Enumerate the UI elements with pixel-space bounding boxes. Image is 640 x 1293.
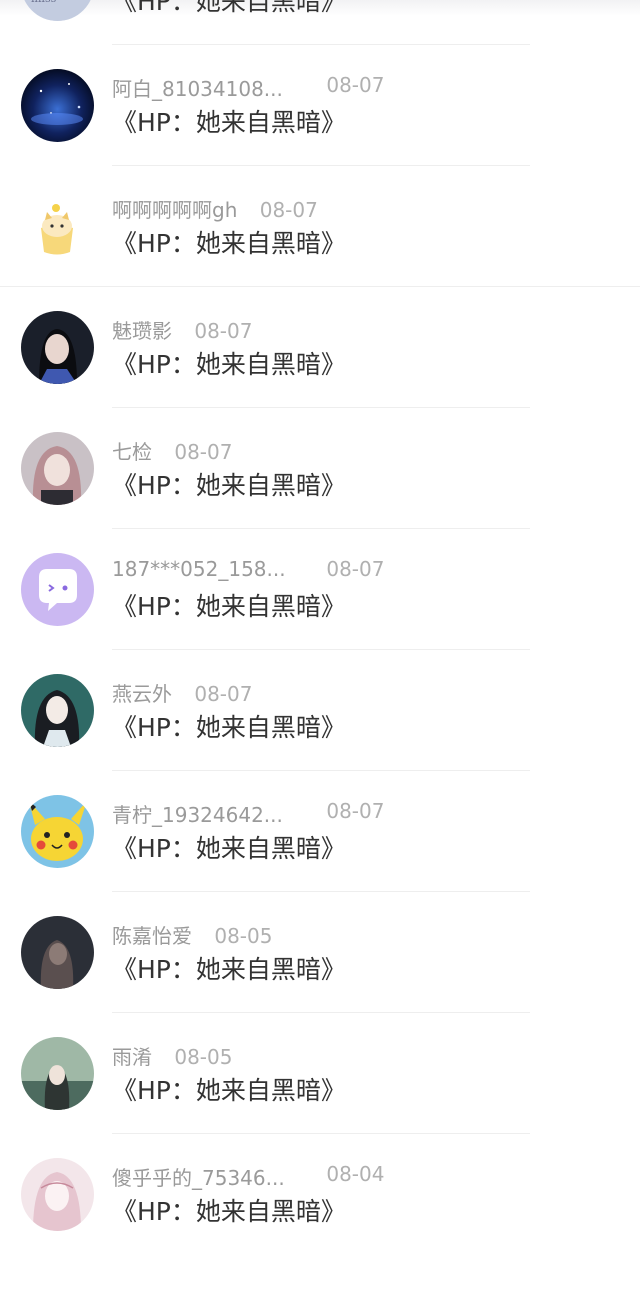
avatar[interactable] xyxy=(21,795,94,868)
list-item[interactable]: 雨淆 08-05 《HP：她来自黑暗》 xyxy=(0,1013,640,1134)
comment-meta: 七检 08-07 xyxy=(112,436,233,465)
username[interactable]: 青柠_19324642... xyxy=(112,799,302,828)
winter-art-avatar-icon: miss ω xyxy=(21,0,94,21)
avatar[interactable] xyxy=(21,69,94,142)
book-title[interactable]: 《HP：她来自黑暗》 xyxy=(112,345,346,381)
comment-date: 08-04 xyxy=(326,1162,385,1186)
comment-date: 08-07 xyxy=(259,198,318,222)
list-item[interactable]: 青柠_19324642... 08-07 《HP：她来自黑暗》 xyxy=(0,771,640,892)
ancient-girl-avatar-icon xyxy=(21,674,94,747)
starry-sky-avatar-icon xyxy=(21,69,94,142)
comment-meta: 傻乎乎的_75346... 08-04 xyxy=(112,1162,385,1191)
comment-date: 08-05 xyxy=(214,924,273,948)
svg-text:miss: miss xyxy=(31,0,57,5)
comment-meta: 燕云外 08-07 xyxy=(112,678,253,707)
avatar[interactable] xyxy=(21,311,94,384)
sketch-girl-avatar-icon xyxy=(21,1158,94,1231)
username[interactable]: 187***052_158... xyxy=(112,557,302,581)
list-item[interactable]: 燕云外 08-07 《HP：她来自黑暗》 xyxy=(0,650,640,771)
book-title[interactable]: 《HP：她来自黑暗》 xyxy=(112,1071,346,1107)
book-title[interactable]: 《HP：她来自黑暗》 xyxy=(112,708,346,744)
username[interactable]: 傻乎乎的_75346... xyxy=(112,1162,302,1191)
avatar[interactable] xyxy=(21,1037,94,1110)
list-item[interactable]: 啊啊啊啊啊gh 08-07 《HP：她来自黑暗》 xyxy=(0,166,640,287)
list-item[interactable]: 阿白_81034108... 08-07 《HP：她来自黑暗》 xyxy=(0,45,640,166)
comment-date: 08-07 xyxy=(194,682,253,706)
woman-portrait-avatar-icon xyxy=(21,311,94,384)
username[interactable]: 雨淆 xyxy=(112,1041,152,1070)
pikachu-avatar-icon xyxy=(21,795,94,868)
chat-bubble-avatar-icon xyxy=(21,553,94,626)
book-title[interactable]: 《HP：她来自黑暗》 xyxy=(112,950,346,986)
comment-list: miss ω 《HP：她来自黑暗》 xyxy=(0,0,640,1255)
comment-meta: 187***052_158... 08-07 xyxy=(112,557,384,583)
book-title[interactable]: 《HP：她来自黑暗》 xyxy=(112,587,346,623)
list-item[interactable]: 傻乎乎的_75346... 08-04 《HP：她来自黑暗》 xyxy=(0,1134,640,1255)
dark-photo-avatar-icon xyxy=(21,916,94,989)
comment-date: 08-07 xyxy=(326,557,385,581)
avatar[interactable] xyxy=(21,916,94,989)
list-item[interactable]: 187***052_158... 08-07 《HP：她来自黑暗》 xyxy=(0,529,640,650)
comment-meta: 雨淆 08-05 xyxy=(112,1041,233,1070)
avatar[interactable] xyxy=(21,432,94,505)
comment-date: 08-07 xyxy=(174,440,233,464)
username[interactable]: 魅瓒影 xyxy=(112,315,172,344)
comment-meta: 魅瓒影 08-07 xyxy=(112,315,253,344)
book-title[interactable]: 《HP：她来自黑暗》 xyxy=(112,829,346,865)
cat-cup-avatar-icon xyxy=(21,190,94,263)
list-item[interactable]: 陈嘉怡爱 08-05 《HP：她来自黑暗》 xyxy=(0,892,640,1013)
book-title[interactable]: 《HP：她来自黑暗》 xyxy=(112,224,346,260)
comment-date: 08-07 xyxy=(194,319,253,343)
username[interactable]: 啊啊啊啊啊gh xyxy=(112,194,237,223)
book-title[interactable]: 《HP：她来自黑暗》 xyxy=(112,0,346,18)
avatar[interactable] xyxy=(21,553,94,626)
list-item[interactable]: miss ω 《HP：她来自黑暗》 xyxy=(0,0,640,45)
comment-meta: 啊啊啊啊啊gh 08-07 xyxy=(112,194,318,223)
list-item[interactable]: 七检 08-07 《HP：她来自黑暗》 xyxy=(0,408,640,529)
comment-meta: 陈嘉怡爱 08-05 xyxy=(112,920,273,949)
comment-meta: 青柠_19324642... 08-07 xyxy=(112,799,385,828)
avatar[interactable] xyxy=(21,190,94,263)
username[interactable]: 燕云外 xyxy=(112,678,172,707)
comment-date: 08-07 xyxy=(326,799,385,823)
list-item[interactable]: 魅瓒影 08-07 《HP：她来自黑暗》 xyxy=(0,287,640,408)
comment-date: 08-05 xyxy=(174,1045,233,1069)
avatar[interactable] xyxy=(21,1158,94,1231)
book-title[interactable]: 《HP：她来自黑暗》 xyxy=(112,466,346,502)
book-title[interactable]: 《HP：她来自黑暗》 xyxy=(112,103,346,139)
comment-date: 08-07 xyxy=(326,73,385,97)
anime-girl-avatar-icon xyxy=(21,432,94,505)
avatar[interactable]: miss ω xyxy=(21,0,94,21)
book-title[interactable]: 《HP：她来自黑暗》 xyxy=(112,1192,346,1228)
avatar[interactable] xyxy=(21,674,94,747)
comment-meta: 阿白_81034108... 08-07 xyxy=(112,73,385,102)
username[interactable]: 阿白_81034108... xyxy=(112,73,302,102)
username[interactable]: 陈嘉怡爱 xyxy=(112,920,192,949)
username[interactable]: 七检 xyxy=(112,436,152,465)
rain-girl-avatar-icon xyxy=(21,1037,94,1110)
